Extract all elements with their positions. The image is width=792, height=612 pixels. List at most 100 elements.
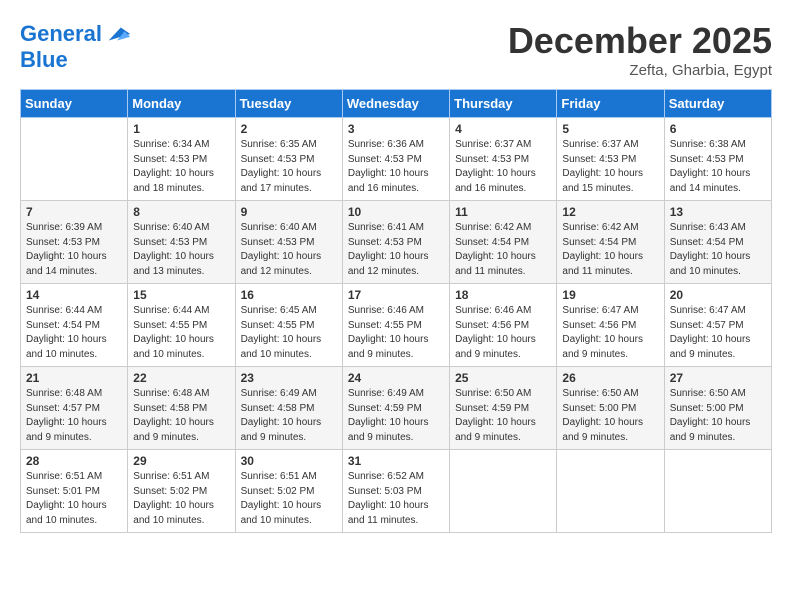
calendar-cell: 25 Sunrise: 6:50 AM Sunset: 4:59 PM Dayli… bbox=[450, 367, 557, 450]
day-header-wednesday: Wednesday bbox=[342, 90, 449, 118]
day-info: Sunrise: 6:51 AM Sunset: 5:01 PM Dayligh… bbox=[26, 470, 122, 528]
day-info: Sunrise: 6:40 AM Sunset: 4:53 PM Dayligh… bbox=[133, 221, 229, 279]
calendar-cell: 30 Sunrise: 6:51 AM Sunset: 5:02 PM Dayli… bbox=[235, 450, 342, 533]
logo: General Blue bbox=[20, 20, 132, 72]
day-info: Sunrise: 6:47 AM Sunset: 4:56 PM Dayligh… bbox=[562, 304, 658, 362]
day-header-monday: Monday bbox=[128, 90, 235, 118]
location: Zefta, Gharbia, Egypt bbox=[508, 62, 772, 79]
calendar-cell: 29 Sunrise: 6:51 AM Sunset: 5:02 PM Dayli… bbox=[128, 450, 235, 533]
day-info: Sunrise: 6:50 AM Sunset: 4:59 PM Dayligh… bbox=[455, 387, 551, 445]
calendar-week-row: 28 Sunrise: 6:51 AM Sunset: 5:01 PM Dayli… bbox=[21, 450, 772, 533]
day-number: 27 bbox=[670, 371, 766, 385]
day-number: 12 bbox=[562, 205, 658, 219]
day-info: Sunrise: 6:48 AM Sunset: 4:57 PM Dayligh… bbox=[26, 387, 122, 445]
day-number: 19 bbox=[562, 288, 658, 302]
page-header: General Blue December 2025 Zefta, Gharbi… bbox=[20, 20, 772, 79]
day-number: 3 bbox=[348, 122, 444, 136]
calendar-header-row: SundayMondayTuesdayWednesdayThursdayFrid… bbox=[21, 90, 772, 118]
day-info: Sunrise: 6:49 AM Sunset: 4:58 PM Dayligh… bbox=[241, 387, 337, 445]
calendar-cell: 6 Sunrise: 6:38 AM Sunset: 4:53 PM Daylig… bbox=[664, 118, 771, 201]
day-info: Sunrise: 6:38 AM Sunset: 4:53 PM Dayligh… bbox=[670, 138, 766, 196]
day-number: 26 bbox=[562, 371, 658, 385]
day-number: 29 bbox=[133, 454, 229, 468]
day-number: 30 bbox=[241, 454, 337, 468]
day-number: 11 bbox=[455, 205, 551, 219]
calendar-week-row: 7 Sunrise: 6:39 AM Sunset: 4:53 PM Daylig… bbox=[21, 201, 772, 284]
day-info: Sunrise: 6:42 AM Sunset: 4:54 PM Dayligh… bbox=[562, 221, 658, 279]
day-number: 5 bbox=[562, 122, 658, 136]
day-info: Sunrise: 6:34 AM Sunset: 4:53 PM Dayligh… bbox=[133, 138, 229, 196]
calendar-cell: 10 Sunrise: 6:41 AM Sunset: 4:53 PM Dayli… bbox=[342, 201, 449, 284]
calendar-cell: 14Sunrise: 6:44 AM Sunset: 4:54 PM Dayli… bbox=[21, 284, 128, 367]
calendar-cell: 31 Sunrise: 6:52 AM Sunset: 5:03 PM Dayli… bbox=[342, 450, 449, 533]
calendar-cell: 19 Sunrise: 6:47 AM Sunset: 4:56 PM Dayli… bbox=[557, 284, 664, 367]
day-number: 6 bbox=[670, 122, 766, 136]
day-header-tuesday: Tuesday bbox=[235, 90, 342, 118]
day-number: 2 bbox=[241, 122, 337, 136]
day-info: Sunrise: 6:42 AM Sunset: 4:54 PM Dayligh… bbox=[455, 221, 551, 279]
calendar-cell: 11 Sunrise: 6:42 AM Sunset: 4:54 PM Dayli… bbox=[450, 201, 557, 284]
calendar-week-row: 14Sunrise: 6:44 AM Sunset: 4:54 PM Dayli… bbox=[21, 284, 772, 367]
day-number: 18 bbox=[455, 288, 551, 302]
day-info: Sunrise: 6:50 AM Sunset: 5:00 PM Dayligh… bbox=[670, 387, 766, 445]
calendar-cell: 3Sunrise: 6:36 AM Sunset: 4:53 PM Daylig… bbox=[342, 118, 449, 201]
calendar-cell: 5 Sunrise: 6:37 AM Sunset: 4:53 PM Daylig… bbox=[557, 118, 664, 201]
day-number: 23 bbox=[241, 371, 337, 385]
calendar-cell: 15 Sunrise: 6:44 AM Sunset: 4:55 PM Dayli… bbox=[128, 284, 235, 367]
day-number: 28 bbox=[26, 454, 122, 468]
day-number: 4 bbox=[455, 122, 551, 136]
day-info: Sunrise: 6:37 AM Sunset: 4:53 PM Dayligh… bbox=[562, 138, 658, 196]
logo-general: General bbox=[20, 21, 102, 46]
title-block: December 2025 Zefta, Gharbia, Egypt bbox=[508, 20, 772, 79]
day-info: Sunrise: 6:48 AM Sunset: 4:58 PM Dayligh… bbox=[133, 387, 229, 445]
calendar-cell bbox=[21, 118, 128, 201]
logo-blue: Blue bbox=[20, 48, 132, 72]
calendar-cell: 16 Sunrise: 6:45 AM Sunset: 4:55 PM Dayli… bbox=[235, 284, 342, 367]
calendar-cell: 23 Sunrise: 6:49 AM Sunset: 4:58 PM Dayli… bbox=[235, 367, 342, 450]
logo-icon bbox=[104, 20, 132, 48]
calendar-cell: 28 Sunrise: 6:51 AM Sunset: 5:01 PM Dayli… bbox=[21, 450, 128, 533]
calendar-cell: 18Sunrise: 6:46 AM Sunset: 4:56 PM Dayli… bbox=[450, 284, 557, 367]
day-number: 31 bbox=[348, 454, 444, 468]
day-number: 25 bbox=[455, 371, 551, 385]
logo-text: General bbox=[20, 22, 102, 46]
day-number: 20 bbox=[670, 288, 766, 302]
calendar-cell: 26Sunrise: 6:50 AM Sunset: 5:00 PM Dayli… bbox=[557, 367, 664, 450]
day-number: 9 bbox=[241, 205, 337, 219]
day-info: Sunrise: 6:43 AM Sunset: 4:54 PM Dayligh… bbox=[670, 221, 766, 279]
day-number: 22 bbox=[133, 371, 229, 385]
calendar-cell: 20 Sunrise: 6:47 AM Sunset: 4:57 PM Dayli… bbox=[664, 284, 771, 367]
day-number: 24 bbox=[348, 371, 444, 385]
calendar-week-row: 1Sunrise: 6:34 AM Sunset: 4:53 PM Daylig… bbox=[21, 118, 772, 201]
day-info: Sunrise: 6:47 AM Sunset: 4:57 PM Dayligh… bbox=[670, 304, 766, 362]
calendar-cell: 4Sunrise: 6:37 AM Sunset: 4:53 PM Daylig… bbox=[450, 118, 557, 201]
calendar-cell: 22 Sunrise: 6:48 AM Sunset: 4:58 PM Dayli… bbox=[128, 367, 235, 450]
calendar-cell: 17Sunrise: 6:46 AM Sunset: 4:55 PM Dayli… bbox=[342, 284, 449, 367]
day-number: 10 bbox=[348, 205, 444, 219]
day-info: Sunrise: 6:51 AM Sunset: 5:02 PM Dayligh… bbox=[241, 470, 337, 528]
day-number: 21 bbox=[26, 371, 122, 385]
day-header-thursday: Thursday bbox=[450, 90, 557, 118]
calendar-table: SundayMondayTuesdayWednesdayThursdayFrid… bbox=[20, 89, 772, 533]
day-info: Sunrise: 6:45 AM Sunset: 4:55 PM Dayligh… bbox=[241, 304, 337, 362]
day-header-saturday: Saturday bbox=[664, 90, 771, 118]
day-number: 14 bbox=[26, 288, 122, 302]
calendar-cell: 7 Sunrise: 6:39 AM Sunset: 4:53 PM Daylig… bbox=[21, 201, 128, 284]
day-number: 16 bbox=[241, 288, 337, 302]
day-number: 15 bbox=[133, 288, 229, 302]
calendar-cell bbox=[664, 450, 771, 533]
calendar-cell bbox=[557, 450, 664, 533]
calendar-cell: 24Sunrise: 6:49 AM Sunset: 4:59 PM Dayli… bbox=[342, 367, 449, 450]
day-info: Sunrise: 6:41 AM Sunset: 4:53 PM Dayligh… bbox=[348, 221, 444, 279]
day-info: Sunrise: 6:39 AM Sunset: 4:53 PM Dayligh… bbox=[26, 221, 122, 279]
calendar-cell: 12 Sunrise: 6:42 AM Sunset: 4:54 PM Dayli… bbox=[557, 201, 664, 284]
calendar-cell: 8Sunrise: 6:40 AM Sunset: 4:53 PM Daylig… bbox=[128, 201, 235, 284]
calendar-cell bbox=[450, 450, 557, 533]
calendar-cell: 27 Sunrise: 6:50 AM Sunset: 5:00 PM Dayli… bbox=[664, 367, 771, 450]
day-number: 17 bbox=[348, 288, 444, 302]
day-info: Sunrise: 6:51 AM Sunset: 5:02 PM Dayligh… bbox=[133, 470, 229, 528]
calendar-week-row: 21 Sunrise: 6:48 AM Sunset: 4:57 PM Dayli… bbox=[21, 367, 772, 450]
day-info: Sunrise: 6:44 AM Sunset: 4:55 PM Dayligh… bbox=[133, 304, 229, 362]
day-info: Sunrise: 6:52 AM Sunset: 5:03 PM Dayligh… bbox=[348, 470, 444, 528]
day-number: 7 bbox=[26, 205, 122, 219]
